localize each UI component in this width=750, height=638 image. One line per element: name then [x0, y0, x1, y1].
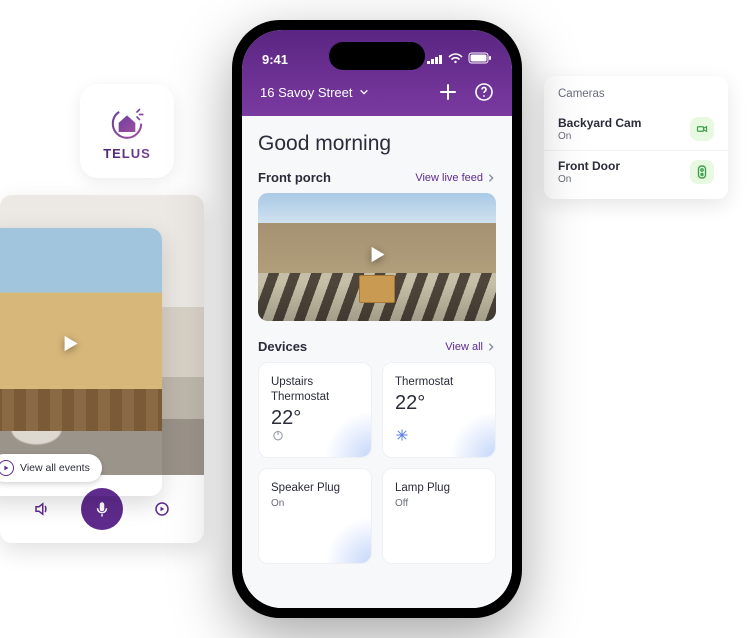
device-name: Thermostat [395, 375, 483, 390]
phone-screen: 9:41 16 Savoy Street Good mornin [242, 30, 512, 608]
device-name: Upstairs Thermostat [271, 375, 359, 405]
snowflake-icon [395, 428, 409, 447]
doorbell-icon [690, 160, 714, 184]
brand-label: TELUS [103, 146, 151, 161]
status-time: 9:41 [262, 52, 288, 67]
brand-app-icon: TELUS [80, 84, 174, 178]
play-icon [57, 330, 83, 361]
add-icon[interactable] [438, 82, 458, 102]
device-status: On [271, 498, 359, 509]
device-name: Speaker Plug [271, 481, 359, 496]
power-icon [271, 428, 285, 447]
help-icon[interactable] [474, 82, 494, 102]
cameras-list-panel: Cameras Backyard Cam On Front Door On [544, 76, 728, 199]
camera-icon [690, 117, 714, 141]
camera-name: Front Door [558, 159, 620, 173]
replay-icon[interactable] [145, 492, 179, 526]
camera-status: On [558, 131, 641, 142]
play-icon [364, 242, 390, 273]
camera-section-title: Front porch [258, 170, 331, 185]
view-all-events-chip[interactable]: View all events [0, 454, 102, 482]
wifi-icon [448, 52, 463, 67]
chevron-right-icon [486, 173, 496, 183]
house-icon [107, 102, 147, 142]
phone-frame: 9:41 16 Savoy Street Good mornin [232, 20, 522, 618]
device-card-lamp-plug[interactable]: Lamp Plug Off [382, 468, 496, 564]
chevron-down-icon [359, 87, 369, 97]
main-content: Good morning Front porch View live feed … [242, 116, 512, 608]
camera-row-front-door[interactable]: Front Door On [544, 150, 728, 193]
chevron-right-icon [486, 342, 496, 352]
dynamic-island [329, 42, 425, 70]
speaker-icon[interactable] [25, 492, 59, 526]
camera-name: Backyard Cam [558, 116, 641, 130]
device-status: Off [395, 498, 483, 509]
cellular-icon [427, 52, 443, 67]
view-live-feed-label: View live feed [415, 172, 483, 184]
view-all-devices-link[interactable]: View all [445, 341, 496, 353]
play-circle-icon [0, 460, 14, 476]
device-card-speaker-plug[interactable]: Speaker Plug On [258, 468, 372, 564]
camera-row-backyard[interactable]: Backyard Cam On [544, 108, 728, 150]
view-all-events-label: View all events [20, 462, 90, 474]
device-card-upstairs-thermostat[interactable]: Upstairs Thermostat 22° [258, 362, 372, 458]
location-selector[interactable]: 16 Savoy Street [260, 85, 369, 100]
front-porch-camera-tile[interactable] [258, 193, 496, 321]
camera-status: On [558, 174, 620, 185]
device-name: Lamp Plug [395, 481, 483, 496]
patio-camera-card[interactable]: View all events [0, 228, 162, 496]
greeting-text: Good morning [258, 132, 496, 156]
device-card-thermostat[interactable]: Thermostat 22° [382, 362, 496, 458]
cameras-panel-title: Cameras [544, 88, 728, 108]
view-live-feed-link[interactable]: View live feed [415, 172, 496, 184]
battery-icon [468, 52, 492, 67]
view-all-devices-label: View all [445, 341, 483, 353]
devices-section-title: Devices [258, 339, 307, 354]
location-label: 16 Savoy Street [260, 85, 353, 100]
